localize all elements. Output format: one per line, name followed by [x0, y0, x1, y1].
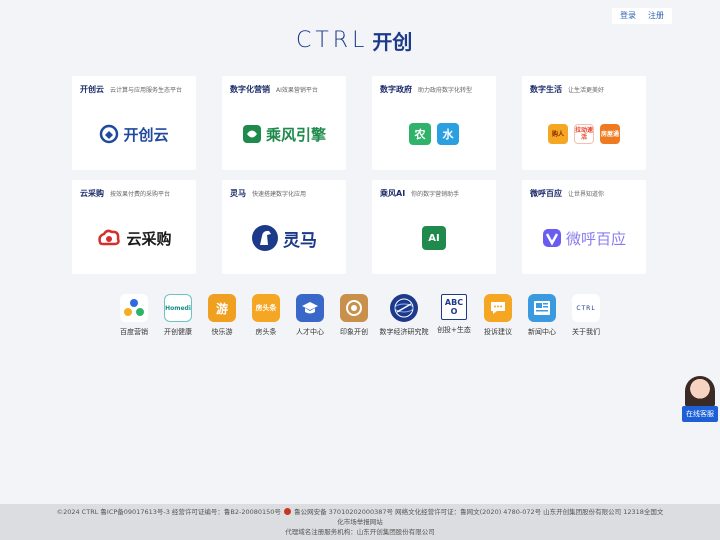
horse-icon	[252, 225, 278, 251]
kaichuangyun-logo: 开创云	[99, 124, 169, 145]
complaint-icon	[484, 294, 512, 322]
card-digital-life[interactable]: 数字生活 让生活更美好 购人 拉动速活 房屋通	[522, 76, 646, 170]
login-link[interactable]: 登录	[616, 10, 640, 22]
register-link[interactable]: 注册	[644, 10, 668, 22]
card-subtitle: AI效果营销平台	[276, 87, 318, 94]
water-app-icon: 水	[437, 123, 459, 145]
app-label: 关于我们	[572, 328, 600, 336]
agriculture-app-icon: 农	[409, 123, 431, 145]
fangwutong-app-icon: 房屋通	[600, 124, 620, 144]
police-badge-icon	[284, 508, 292, 515]
brand-text: 灵马	[283, 230, 317, 251]
talent-center-icon	[296, 294, 324, 322]
app-label: 投诉建议	[484, 328, 512, 336]
news-icon	[528, 294, 556, 322]
footer-line-3: 代理域名注册服务机构：山东开创集团股份有限公司	[285, 528, 435, 536]
card-subtitle: 按效果付费的采购平台	[110, 191, 171, 198]
card-weihu-baiying[interactable]: 微呼百应 让世界知道你 微呼百应	[522, 180, 646, 274]
card-subtitle: 快速搭建数字化应用	[252, 191, 307, 198]
card-title: 数字化营销	[230, 85, 270, 94]
footer-icp[interactable]: ©2024 CTRL 鲁ICP备09017613号-3 经营许可证编号：鲁B2-…	[57, 508, 281, 516]
app-digital-economy[interactable]: 数字经济研究院	[376, 294, 432, 337]
card-title: 微呼百应	[530, 189, 562, 198]
site-logo[interactable]: CTRL 开创	[296, 26, 412, 55]
app-baidu-marketing[interactable]: 百度营销	[112, 294, 156, 337]
app-kuaileyou[interactable]: 游 快乐游	[200, 294, 244, 337]
footer-line-2[interactable]: 化市场举报网站	[0, 517, 720, 527]
app-label: 开创健康	[164, 328, 192, 336]
logo-en: CTRL	[296, 28, 369, 53]
kuaileyou-icon: 游	[208, 294, 236, 322]
app-homedi[interactable]: Homedi 开创健康	[156, 294, 200, 337]
service-avatar	[685, 376, 715, 408]
app-label: 创投+生态	[437, 326, 471, 334]
card-subtitle: 你的数字营销助手	[411, 191, 460, 198]
app-label: 数字经济研究院	[379, 328, 429, 336]
digital-economy-icon	[390, 294, 418, 322]
about-icon: CTRL	[572, 294, 600, 322]
chengfeng-ai-icon: AI	[422, 226, 446, 250]
weihu-logo: 微呼百应	[542, 228, 626, 249]
yinxiang-icon	[340, 294, 368, 322]
card-title: 数字生活	[530, 85, 562, 94]
brand-text: 乘风引擎	[265, 125, 326, 144]
app-label: 房头条	[255, 328, 277, 336]
cloud-icon	[100, 124, 119, 144]
card-subtitle: 助力政府数字化转型	[418, 87, 473, 94]
app-label: 新闻中心	[528, 328, 556, 336]
card-title: 灵马	[230, 189, 246, 198]
app-label: 人才中心	[296, 328, 324, 336]
app-fangtoutiao[interactable]: 房头条 房头条	[244, 294, 288, 337]
footer-license[interactable]: 鲁公网安备 37010202000387号 网络文化经营许可证：鲁网文(2020…	[294, 508, 663, 516]
card-lingma[interactable]: 灵马 快速搭建数字化应用 灵马	[222, 180, 346, 274]
app-about[interactable]: CTRL 关于我们	[564, 294, 608, 337]
ladong-app-icon: 拉动速活	[574, 124, 594, 144]
card-subtitle: 让生活更美好	[568, 87, 605, 94]
online-service-button[interactable]: 在线客服	[682, 406, 718, 422]
card-title: 开创云	[80, 85, 104, 94]
app-icon-row: 百度营销 Homedi 开创健康 游 快乐游 房头条 房头条 人才中心 印象开创…	[112, 294, 608, 337]
baidu-marketing-icon	[120, 294, 148, 322]
app-label: 印象开创	[340, 328, 368, 336]
online-service-widget[interactable]: 在线客服	[682, 376, 718, 422]
yuncaigou-logo: 云采购	[96, 228, 172, 249]
gouren-app-icon: 购人	[548, 124, 568, 144]
card-chengfeng-ai[interactable]: 乘风AI 你的数字营销助手 AI	[372, 180, 496, 274]
app-news-center[interactable]: 新闻中心	[520, 294, 564, 337]
card-kaichuangyun[interactable]: 开创云 云计算与应用服务生态平台 开创云	[72, 76, 196, 170]
card-digital-marketing[interactable]: 数字化营销 AI效果营销平台 乘风引擎	[222, 76, 346, 170]
app-complaint[interactable]: 投诉建议	[476, 294, 520, 337]
fangtoutiao-icon: 房头条	[252, 294, 280, 322]
chengfeng-engine-logo: 乘风引擎	[242, 124, 326, 145]
card-title: 云采购	[80, 189, 104, 198]
brand-text: 云采购	[126, 229, 172, 248]
app-label: 快乐游	[211, 328, 233, 336]
brand-text: 开创云	[123, 125, 169, 144]
logo-cn: 开创	[372, 30, 413, 54]
app-label: 百度营销	[120, 328, 148, 336]
app-yinxiang[interactable]: 印象开创	[332, 294, 376, 337]
brand-text: 微呼百应	[565, 229, 626, 248]
card-title: 数字政府	[380, 85, 412, 94]
app-venture[interactable]: ABCO 创投+生态	[432, 294, 476, 337]
auth-links: 登录 注册	[612, 8, 672, 24]
venture-icon: ABCO	[441, 294, 467, 320]
card-subtitle: 让世界知道你	[568, 191, 605, 198]
card-subtitle: 云计算与应用服务生态平台	[110, 87, 183, 94]
v-icon	[542, 229, 561, 247]
cloud-swirl-icon	[98, 229, 121, 246]
card-cloud-procurement[interactable]: 云采购 按效果付费的采购平台 云采购	[72, 180, 196, 274]
product-grid: 开创云 云计算与应用服务生态平台 开创云 数字化营销 AI效果营销平台 乘风引擎…	[72, 76, 646, 274]
app-talent-center[interactable]: 人才中心	[288, 294, 332, 337]
footer: ©2024 CTRL 鲁ICP备09017613号-3 经营许可证编号：鲁B2-…	[0, 504, 720, 540]
homedi-icon: Homedi	[164, 294, 192, 322]
chengfeng-icon	[242, 125, 261, 143]
card-title: 乘风AI	[380, 189, 406, 198]
lingma-logo: 灵马	[251, 224, 317, 252]
footer-line-1: ©2024 CTRL 鲁ICP备09017613号-3 经营许可证编号：鲁B2-…	[0, 507, 720, 517]
card-digital-government[interactable]: 数字政府 助力政府数字化转型 农 水	[372, 76, 496, 170]
